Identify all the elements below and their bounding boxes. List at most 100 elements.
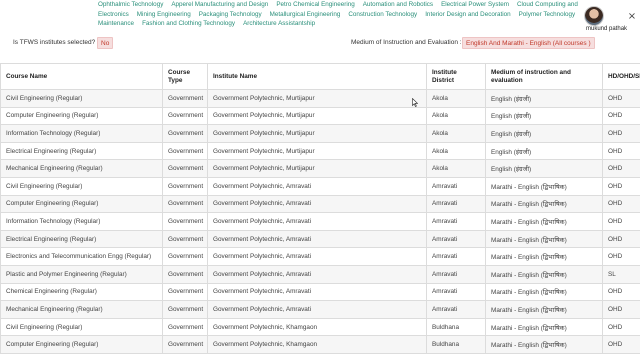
branch-link[interactable]: Electrical Power System [441,1,509,8]
branch-link[interactable]: Metallurgical Engineering [270,11,341,18]
table-cell: SL [602,264,640,284]
branch-row: Maintenance Fashion and Clothing Technolo… [98,19,578,29]
table-row[interactable]: Computer Engineering (Regular) Government… [0,194,640,214]
table-cell: English (इंग्रजी) [485,141,603,161]
table-row[interactable]: Electrical Engineering (Regular) Governme… [0,229,640,249]
table-cell: Electrical Engineering (Regular) [0,141,163,161]
branch-link[interactable]: Mining Engineering [137,11,191,18]
table-cell: Government [162,282,208,302]
branch-link[interactable]: Cloud Computing and Big Data [517,1,578,8]
results-table-container[interactable]: Course Name Course Type Institute Name Inst… [0,63,640,360]
table-cell: Government [162,335,208,354]
table-cell: Computer Engineering (Regular) [0,194,163,214]
branch-link[interactable]: Polymer Technology [519,11,576,18]
table-cell: Government [162,300,208,319]
table-row[interactable]: Information Technology (Regular) Governme… [0,212,640,231]
table-cell: Marathi - English (द्विभाषिक) [485,194,603,214]
table-row[interactable]: Mechanical Engineering (Regular) Governme… [0,159,640,178]
table-cell: OHD [602,194,640,214]
branch-link[interactable]: Packaging Technology [199,11,262,18]
table-cell: Government Polytechnic, Amravati [207,264,427,284]
branch-list: Ophthalmic Technology Apperel Manufacturi… [98,0,578,32]
table-cell: Mechanical Engineering (Regular) [0,300,163,319]
table-cell: Buldhana [426,317,486,337]
table-cell: Government [162,229,208,249]
column-header[interactable]: Institute Name [207,63,427,90]
filter-summary: Is TFWS institutes selected? No Medium o… [0,34,640,50]
table-cell: Government Polytechnic, Amravati [207,194,427,214]
table-cell: Akola [426,141,486,161]
table-cell: Marathi - English (द्विभाषिक) [485,229,603,249]
branch-link[interactable]: Architecture Assistantship [243,20,315,27]
table-body: Civil Engineering (Regular) Government Gov… [0,89,640,354]
user-overlay: × mukund pathak [580,2,640,34]
table-cell: Government [162,141,208,161]
avatar[interactable] [584,6,604,26]
mouse-cursor-icon [412,98,418,107]
table-cell: Marathi - English (द्विभाषिक) [485,247,603,266]
table-row[interactable]: Electronics and Telecommunication Engg (… [0,247,640,266]
branch-link[interactable]: Automation and Robotics [363,1,433,8]
table-cell: Government [162,159,208,178]
table-cell: Akola [426,124,486,143]
branch-link[interactable]: Ophthalmic Technology [98,1,163,8]
table-row[interactable]: Computer Engineering (Regular) Government… [0,335,640,354]
table-cell: OHD [602,176,640,196]
branch-link[interactable]: Apperel Manufacturing and Design [171,1,268,8]
table-row[interactable]: Chemical Engineering (Regular) Government… [0,282,640,302]
user-name: mukund pathak [586,26,628,32]
table-cell: OHD [602,300,640,319]
table-cell: OHD [602,229,640,249]
column-header[interactable]: Institute District [426,63,486,90]
table-cell: Computer Engineering (Regular) [0,335,163,354]
table-cell: Government Polytechnic, Amravati [207,176,427,196]
branch-link[interactable]: Petro Chemical Engineering [276,1,354,8]
table-cell: OHD [602,335,640,354]
column-header[interactable]: Medium of instruction and evaluation [485,63,603,90]
table-row[interactable]: Mechanical Engineering (Regular) Governme… [0,300,640,319]
column-header[interactable]: HD/OHD/SL [602,63,640,90]
table-cell: Amravati [426,300,486,319]
branch-link[interactable]: Electronics [98,11,129,18]
table-cell: Government [162,212,208,231]
table-cell: OHD [602,141,640,161]
close-icon[interactable]: × [626,11,638,23]
column-header[interactable]: Course Type [162,63,208,90]
table-cell: OHD [602,159,640,178]
table-row[interactable]: Computer Engineering (Regular) Government… [0,106,640,126]
table-row[interactable]: Plastic and Polymer Engineering (Regular… [0,264,640,284]
branch-link[interactable]: Maintenance [98,20,134,27]
table-cell: Amravati [426,282,486,302]
branch-link[interactable]: Construction Technology [348,11,417,18]
results-table: Course Name Course Type Institute Name Inst… [0,63,640,354]
table-cell: Plastic and Polymer Engineering (Regular… [0,264,163,284]
table-cell: Government Polytechnic, Murtijapur [207,124,427,143]
table-cell: OHD [602,282,640,302]
table-cell: Computer Engineering (Regular) [0,106,163,126]
table-cell: Electronics and Telecommunication Engg (… [0,247,163,266]
branch-link[interactable]: Interior Design and Decoration [425,11,510,18]
table-cell: Amravati [426,212,486,231]
table-cell: English (इंग्रजी) [485,89,603,108]
table-row[interactable]: Information Technology (Regular) Governme… [0,124,640,143]
table-row[interactable]: Civil Engineering (Regular) Government Gov… [0,176,640,196]
table-cell: Government [162,176,208,196]
table-cell: Government [162,89,208,108]
branch-link[interactable]: Fashion and Clothing Technology [142,20,235,27]
column-header[interactable]: Course Name [0,63,163,90]
table-cell: Amravati [426,264,486,284]
table-cell: Buldhana [426,335,486,354]
table-cell: Government [162,247,208,266]
table-row[interactable]: Civil Engineering (Regular) Government Gov… [0,317,640,337]
table-cell: Mechanical Engineering (Regular) [0,159,163,178]
table-cell: Government Polytechnic, Khamgaon [207,317,427,337]
table-cell: Information Technology (Regular) [0,212,163,231]
table-cell: Government Polytechnic, Murtijapur [207,141,427,161]
table-cell: Civil Engineering (Regular) [0,89,163,108]
table-row[interactable]: Electrical Engineering (Regular) Governme… [0,141,640,161]
table-row[interactable]: Civil Engineering (Regular) Government Gov… [0,89,640,108]
tfws-label: Is TFWS institutes selected? [13,39,96,46]
branch-row: Electronics Mining Engineering Packaging T… [98,10,578,20]
table-cell: Marathi - English (द्विभाषिक) [485,264,603,284]
table-cell: Government Polytechnic, Amravati [207,282,427,302]
